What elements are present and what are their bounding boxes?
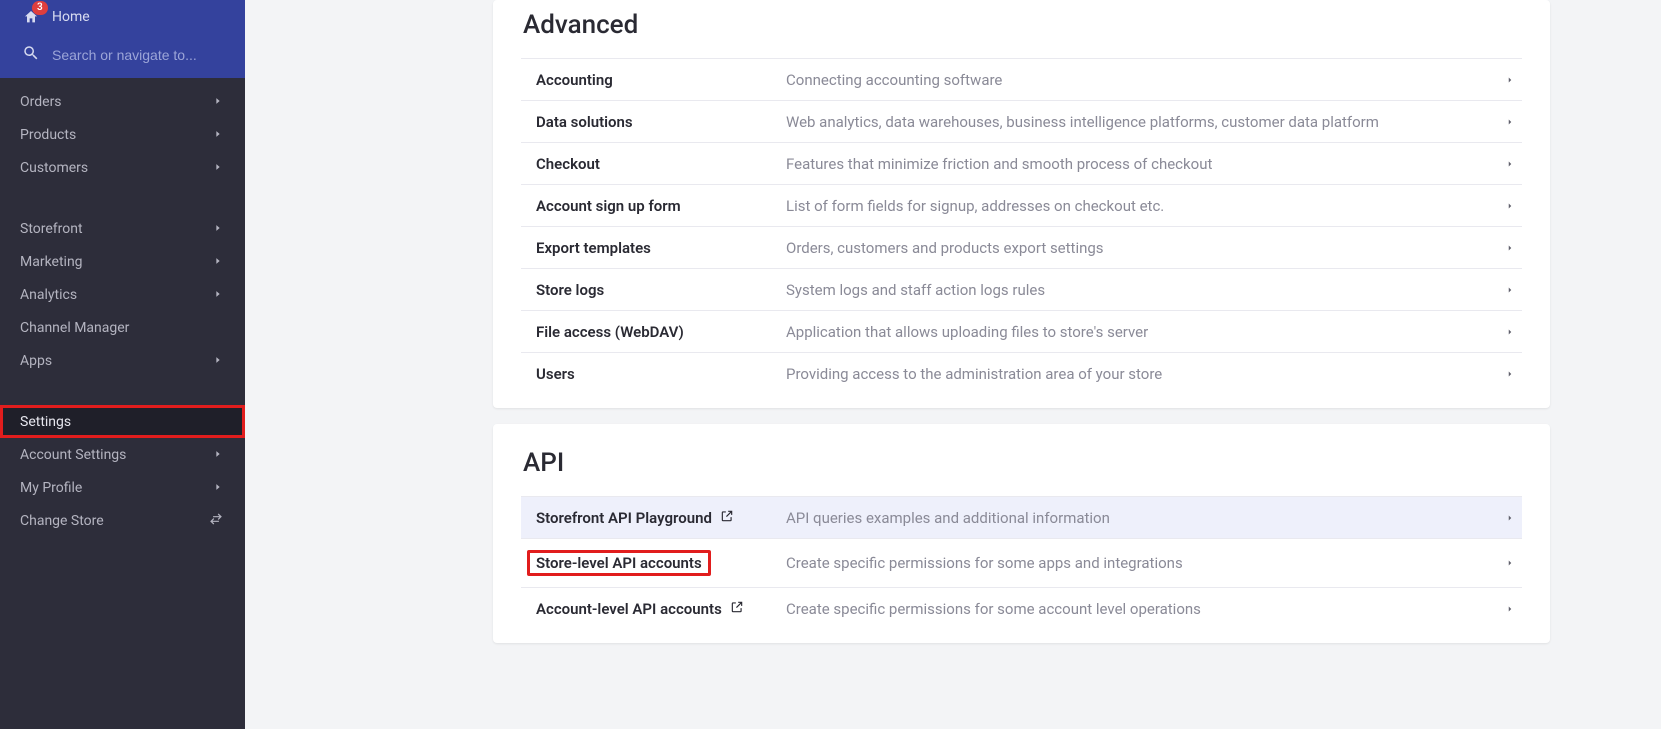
chevron-right-icon xyxy=(1498,367,1522,381)
nav-item-label: Customers xyxy=(20,160,213,176)
nav-item-label: Change Store xyxy=(20,513,209,529)
api-card: API Storefront API PlaygroundAPI queries… xyxy=(493,424,1550,643)
chevron-right-icon xyxy=(1498,602,1522,616)
main-content: Advanced AccountingConnecting accounting… xyxy=(0,0,1661,643)
nav-item-label: Orders xyxy=(20,94,213,110)
row-title: File access (WebDAV) xyxy=(521,323,786,341)
nav-item-my-profile[interactable]: My Profile xyxy=(0,471,245,504)
chevron-right-icon xyxy=(1498,325,1522,339)
nav-item-customers[interactable]: Customers xyxy=(0,151,245,184)
swap-icon xyxy=(209,512,223,530)
nav-item-label: Marketing xyxy=(20,254,213,270)
search-row[interactable] xyxy=(0,34,245,78)
api-row-store-level-api-accounts[interactable]: Store-level API accountsCreate specific … xyxy=(521,538,1522,587)
row-title: Account sign up form xyxy=(521,197,786,215)
nav-item-account-settings[interactable]: Account Settings xyxy=(0,438,245,471)
row-title: Export templates xyxy=(521,239,786,257)
nav-item-label: Account Settings xyxy=(20,447,213,463)
sidebar: 3 Home Orders Products Customers Storefron… xyxy=(0,0,245,729)
row-desc: Application that allows uploading files … xyxy=(786,323,1498,341)
nav-item-label: Apps xyxy=(20,353,213,369)
row-title: Data solutions xyxy=(521,113,786,131)
chevron-right-icon xyxy=(213,94,223,110)
search-input[interactable] xyxy=(52,47,212,63)
advanced-row-data-solutions[interactable]: Data solutionsWeb analytics, data wareho… xyxy=(521,100,1522,142)
nav-group-3: Settings Account Settings My Profile Change… xyxy=(0,398,245,544)
row-desc: Web analytics, data warehouses, business… xyxy=(786,113,1498,131)
chevron-right-icon xyxy=(1498,511,1522,525)
row-desc: Connecting accounting software xyxy=(786,71,1498,89)
row-title: Store-level API accounts xyxy=(521,550,786,576)
advanced-row-file-access-webdav-[interactable]: File access (WebDAV)Application that all… xyxy=(521,310,1522,352)
row-title: Account-level API accounts xyxy=(521,600,786,618)
chevron-right-icon xyxy=(213,221,223,237)
external-link-icon xyxy=(730,600,744,618)
chevron-right-icon xyxy=(1498,199,1522,213)
chevron-right-icon xyxy=(213,480,223,496)
advanced-row-users[interactable]: UsersProviding access to the administrat… xyxy=(521,352,1522,394)
chevron-right-icon xyxy=(1498,115,1522,129)
chevron-right-icon xyxy=(213,127,223,143)
chevron-right-icon xyxy=(213,447,223,463)
chevron-right-icon xyxy=(213,287,223,303)
nav-item-label: Analytics xyxy=(20,287,213,303)
nav-item-storefront[interactable]: Storefront xyxy=(0,212,245,245)
nav-item-change-store[interactable]: Change Store xyxy=(0,504,245,537)
nav-group-2: Storefront Marketing Analytics Channel Mana… xyxy=(0,205,245,384)
advanced-card: Advanced AccountingConnecting accounting… xyxy=(493,0,1550,408)
advanced-row-accounting[interactable]: AccountingConnecting accounting software xyxy=(521,58,1522,100)
nav-item-channel-manager[interactable]: Channel Manager xyxy=(0,311,245,344)
row-desc: System logs and staff action logs rules xyxy=(786,281,1498,299)
chevron-right-icon xyxy=(1498,157,1522,171)
row-desc: API queries examples and additional info… xyxy=(786,509,1498,527)
advanced-title: Advanced xyxy=(521,10,1522,58)
nav-home[interactable]: 3 Home xyxy=(0,0,245,34)
chevron-right-icon xyxy=(1498,73,1522,87)
chevron-right-icon xyxy=(213,353,223,369)
external-link-icon xyxy=(720,509,734,527)
nav-item-apps[interactable]: Apps xyxy=(0,344,245,377)
row-title: Users xyxy=(521,365,786,383)
home-icon: 3 xyxy=(22,9,40,25)
nav-item-settings[interactable]: Settings xyxy=(0,405,245,438)
advanced-row-store-logs[interactable]: Store logsSystem logs and staff action l… xyxy=(521,268,1522,310)
advanced-row-export-templates[interactable]: Export templatesOrders, customers and pr… xyxy=(521,226,1522,268)
row-desc: Create specific permissions for some acc… xyxy=(786,600,1498,618)
search-icon xyxy=(22,44,52,66)
nav-item-analytics[interactable]: Analytics xyxy=(0,278,245,311)
chevron-right-icon xyxy=(213,254,223,270)
nav-item-label: Channel Manager xyxy=(20,320,223,336)
row-title: Accounting xyxy=(521,71,786,89)
sidebar-header: 3 Home xyxy=(0,0,245,78)
nav-item-orders[interactable]: Orders xyxy=(0,85,245,118)
chevron-right-icon xyxy=(1498,283,1522,297)
advanced-row-checkout[interactable]: CheckoutFeatures that minimize friction … xyxy=(521,142,1522,184)
row-desc: Providing access to the administration a… xyxy=(786,365,1498,383)
nav-home-label: Home xyxy=(52,9,90,25)
nav-item-label: Settings xyxy=(20,414,223,430)
chevron-right-icon xyxy=(213,160,223,176)
row-title: Storefront API Playground xyxy=(521,509,786,527)
row-title: Store logs xyxy=(521,281,786,299)
api-row-storefront-api-playground[interactable]: Storefront API PlaygroundAPI queries exa… xyxy=(521,496,1522,538)
nav-item-products[interactable]: Products xyxy=(0,118,245,151)
nav-item-label: My Profile xyxy=(20,480,213,496)
row-desc: List of form fields for signup, addresse… xyxy=(786,197,1498,215)
api-title: API xyxy=(521,448,1522,496)
chevron-right-icon xyxy=(1498,556,1522,570)
nav-item-label: Storefront xyxy=(20,221,213,237)
chevron-right-icon xyxy=(1498,241,1522,255)
row-desc: Features that minimize friction and smoo… xyxy=(786,155,1498,173)
row-title: Checkout xyxy=(521,155,786,173)
row-desc: Create specific permissions for some app… xyxy=(786,554,1498,572)
notification-badge: 3 xyxy=(32,1,48,15)
row-desc: Orders, customers and products export se… xyxy=(786,239,1498,257)
api-row-account-level-api-accounts[interactable]: Account-level API accountsCreate specifi… xyxy=(521,587,1522,629)
advanced-row-account-sign-up-form[interactable]: Account sign up formList of form fields … xyxy=(521,184,1522,226)
nav-item-label: Products xyxy=(20,127,213,143)
nav-item-marketing[interactable]: Marketing xyxy=(0,245,245,278)
nav-group-1: Orders Products Customers xyxy=(0,78,245,191)
